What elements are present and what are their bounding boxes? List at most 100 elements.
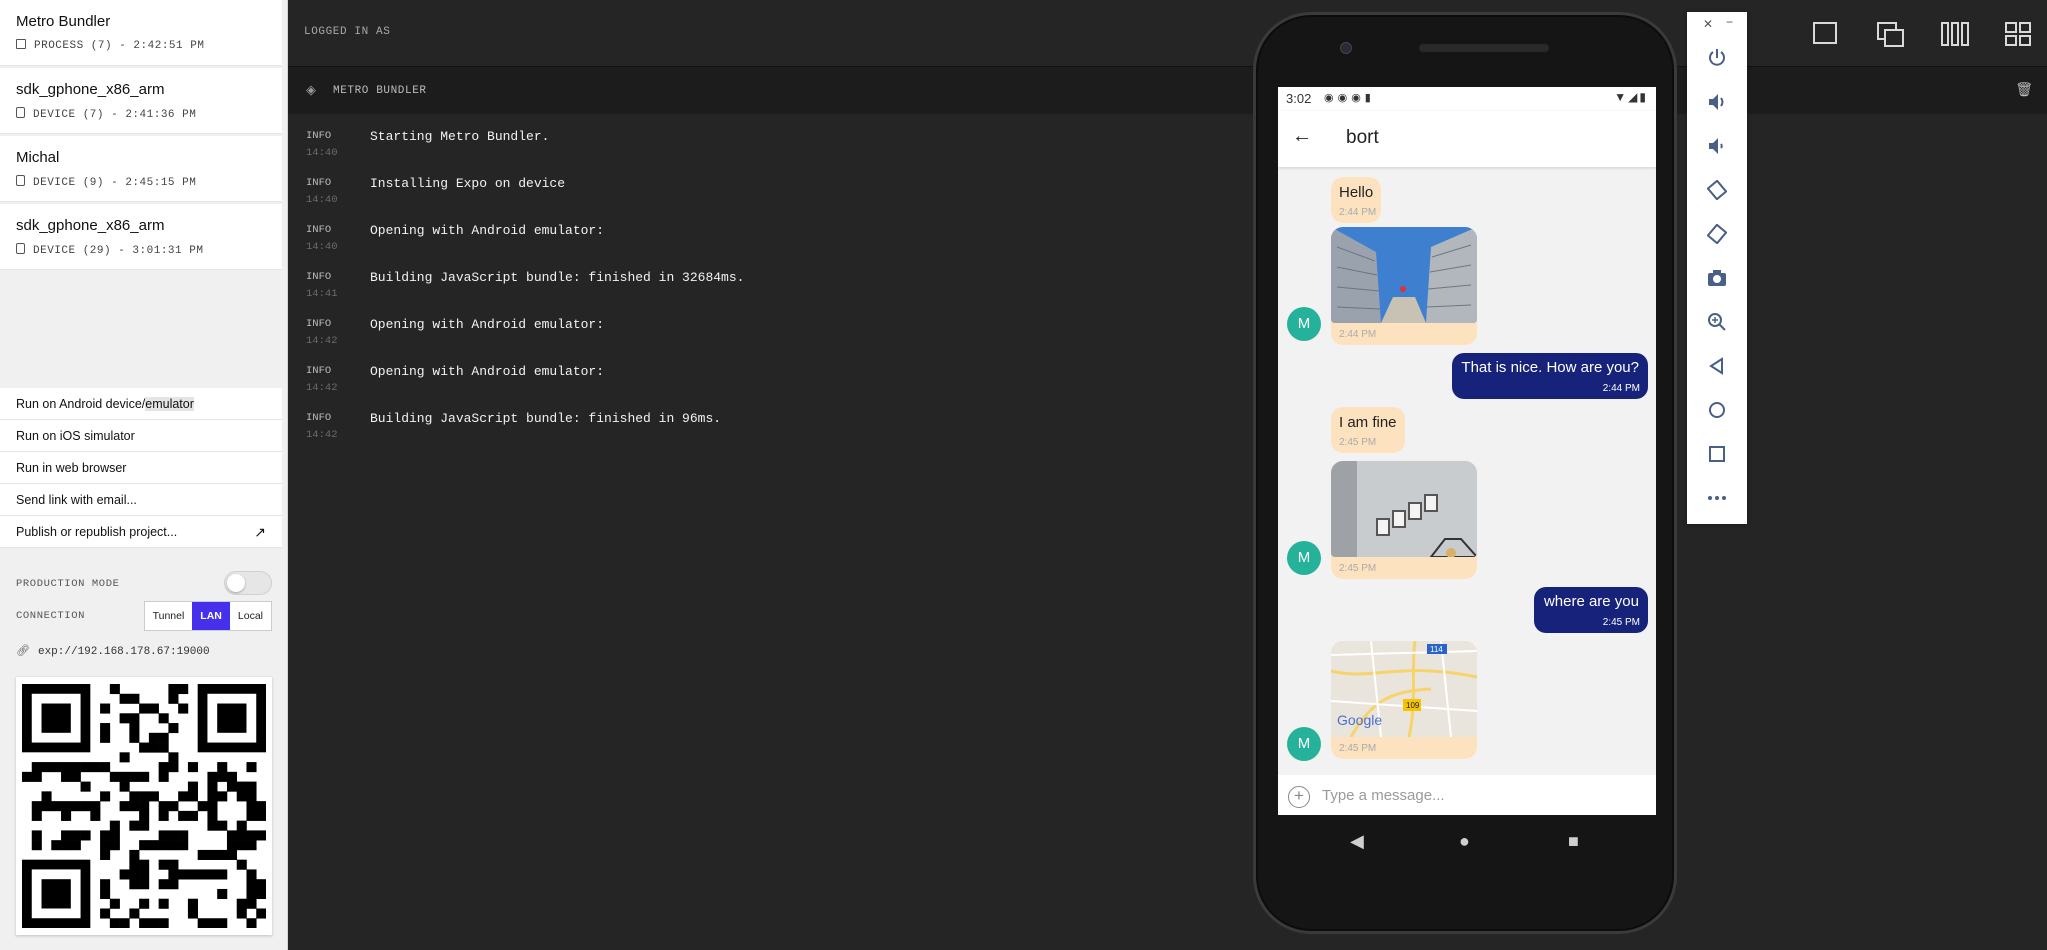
- phone-screen: 3:02 ◉◉◉▮ ▼◢▮ ← bort Hello 2:44 PM 2:44 …: [1278, 87, 1656, 815]
- avatar[interactable]: M: [1287, 727, 1321, 761]
- message-text: That is nice. How are you?: [1461, 359, 1639, 376]
- actions-list: Run on Android device/emulator Run on iO…: [0, 388, 282, 548]
- log-time: 14:41: [306, 288, 338, 300]
- message-time: 2:45 PM: [1339, 437, 1377, 448]
- log-level: INFO: [306, 318, 332, 330]
- message-time: 2:45 PM: [1339, 743, 1377, 754]
- message-input[interactable]: Type a message...: [1322, 787, 1445, 804]
- production-mode-toggle[interactable]: [224, 571, 272, 595]
- production-mode-label: PRODUCTION MODE: [16, 578, 120, 590]
- back-arrow-icon[interactable]: ←: [1292, 125, 1312, 148]
- volume-down-icon: [1709, 138, 1723, 154]
- emu-home-button[interactable]: [1687, 390, 1747, 430]
- layout-grid-button[interactable]: [1991, 10, 2043, 56]
- chat-app-bar: ← bort: [1278, 111, 1656, 167]
- emu-overview-button[interactable]: [1687, 434, 1747, 474]
- nav-overview-icon[interactable]: ■: [1568, 831, 1579, 852]
- rotate-left-button[interactable]: [1687, 170, 1747, 210]
- url-row: 🔗︎ exp://192.168.178.67:19000: [16, 644, 210, 658]
- message-time: 2:44 PM: [1339, 207, 1377, 218]
- connection-local-option[interactable]: Local: [230, 602, 271, 630]
- process-subtitle: PROCESS (7) - 2:42:51 PM: [34, 40, 205, 52]
- run-ios-button[interactable]: Run on iOS simulator: [0, 420, 282, 452]
- layout-overlap-button[interactable]: [1863, 10, 1915, 56]
- volume-down-button[interactable]: [1687, 126, 1747, 166]
- layout-single-button[interactable]: [1799, 10, 1851, 56]
- process-item-device[interactable]: Michal DEVICE (9) - 2:45:15 PM: [0, 136, 282, 202]
- box-icon: [16, 39, 26, 49]
- earpiece-speaker: [1419, 44, 1549, 52]
- minimize-icon[interactable]: −: [1726, 15, 1733, 29]
- layout-columns-button[interactable]: [1927, 10, 1979, 56]
- log-message: Opening with Android emulator:: [370, 317, 605, 332]
- process-title: sdk_gphone_x86_arm: [16, 217, 165, 234]
- message-composer: + Type a message...: [1278, 775, 1656, 815]
- power-button[interactable]: [1687, 38, 1747, 78]
- notification-icons: ◉◉◉▮: [1324, 92, 1375, 104]
- log-level: INFO: [306, 130, 332, 142]
- map-road-109: 109: [1406, 701, 1420, 710]
- signal-battery-icons: ▼◢▮: [1614, 90, 1648, 104]
- process-title: Michal: [16, 149, 60, 166]
- building-photo-image: [1331, 227, 1477, 323]
- zoom-icon: [1708, 313, 1726, 331]
- log-message: Installing Expo on device: [370, 176, 566, 191]
- device-icon: [16, 107, 25, 118]
- status-bar: 3:02 ◉◉◉▮ ▼◢▮: [1278, 87, 1656, 111]
- process-item-metro-bundler[interactable]: Metro Bundler PROCESS (7) - 2:42:51 PM: [0, 0, 282, 66]
- message-map-incoming[interactable]: 114 109 Google 2:45 PM: [1331, 641, 1477, 759]
- avatar[interactable]: M: [1287, 307, 1321, 341]
- process-item-device[interactable]: sdk_gphone_x86_arm DEVICE (29) - 3:01:31…: [0, 204, 282, 270]
- run-android-button[interactable]: Run on Android device/emulator: [0, 388, 282, 420]
- message-image-incoming[interactable]: 2:45 PM: [1331, 461, 1477, 579]
- emu-back-button[interactable]: [1687, 346, 1747, 386]
- log-level: INFO: [306, 224, 332, 236]
- message-bubble-incoming[interactable]: Hello 2:44 PM: [1331, 177, 1381, 223]
- log-time: 14:42: [306, 382, 338, 394]
- overlap-pane-icon: [1877, 22, 1904, 47]
- message-image-incoming[interactable]: 2:44 PM: [1331, 227, 1477, 345]
- process-title: sdk_gphone_x86_arm: [16, 81, 165, 98]
- log-row: INFO 14:42 Opening with Android emulator:: [306, 364, 1306, 412]
- map-preview: 114 109 Google: [1331, 641, 1477, 737]
- log-time: 14:40: [306, 194, 338, 206]
- log-header: ◈ METRO BUNDLER 🗑︎: [288, 66, 2047, 114]
- message-bubble-outgoing[interactable]: where are you 2:45 PM: [1534, 587, 1648, 633]
- emu-more-button[interactable]: [1687, 478, 1747, 518]
- zoom-button[interactable]: [1687, 302, 1747, 342]
- message-bubble-incoming[interactable]: I am fine 2:45 PM: [1331, 407, 1405, 453]
- publish-button[interactable]: Publish or republish project... ↗: [0, 516, 282, 548]
- log-message: Starting Metro Bundler.: [370, 129, 550, 144]
- log-row: INFO 14:42 Opening with Android emulator:: [306, 317, 1306, 365]
- connection-lan-option[interactable]: LAN: [192, 602, 230, 630]
- sidebar: Metro Bundler PROCESS (7) - 2:42:51 PM s…: [0, 0, 288, 950]
- power-icon: [1709, 49, 1725, 66]
- status-clock: 3:02: [1286, 91, 1312, 106]
- trash-icon[interactable]: 🗑︎: [2015, 81, 2033, 98]
- avatar[interactable]: M: [1287, 541, 1321, 575]
- home-icon: [1709, 402, 1725, 418]
- log-level: INFO: [306, 177, 332, 189]
- nav-home-icon[interactable]: ●: [1459, 831, 1470, 852]
- overview-icon: [1709, 446, 1725, 462]
- logged-in-label: LOGGED IN AS: [304, 26, 391, 38]
- volume-up-button[interactable]: [1687, 82, 1747, 122]
- publish-label: Publish or republish project...: [16, 525, 178, 539]
- process-item-device[interactable]: sdk_gphone_x86_arm DEVICE (7) - 2:41:36 …: [0, 68, 282, 134]
- nav-back-icon[interactable]: ◀: [1350, 831, 1364, 852]
- message-time: 2:44 PM: [1602, 383, 1640, 394]
- log-time: 14:40: [306, 147, 338, 159]
- screenshot-button[interactable]: [1687, 258, 1747, 298]
- map-road-114: 114: [1430, 645, 1443, 654]
- log-title: METRO BUNDLER: [333, 85, 427, 97]
- send-link-button[interactable]: Send link with email...: [0, 484, 282, 516]
- run-web-button[interactable]: Run in web browser: [0, 452, 282, 484]
- rotate-right-button[interactable]: [1687, 214, 1747, 254]
- close-icon[interactable]: ✕: [1703, 17, 1713, 31]
- message-bubble-outgoing[interactable]: That is nice. How are you? 2:44 PM: [1452, 353, 1648, 399]
- connection-tunnel-option[interactable]: Tunnel: [145, 602, 193, 630]
- add-attachment-icon[interactable]: +: [1288, 786, 1310, 808]
- external-arrow-icon: ↗: [254, 524, 266, 540]
- connection-row: CONNECTION Tunnel LAN Local: [16, 600, 272, 632]
- expo-url[interactable]: exp://192.168.178.67:19000: [38, 646, 210, 658]
